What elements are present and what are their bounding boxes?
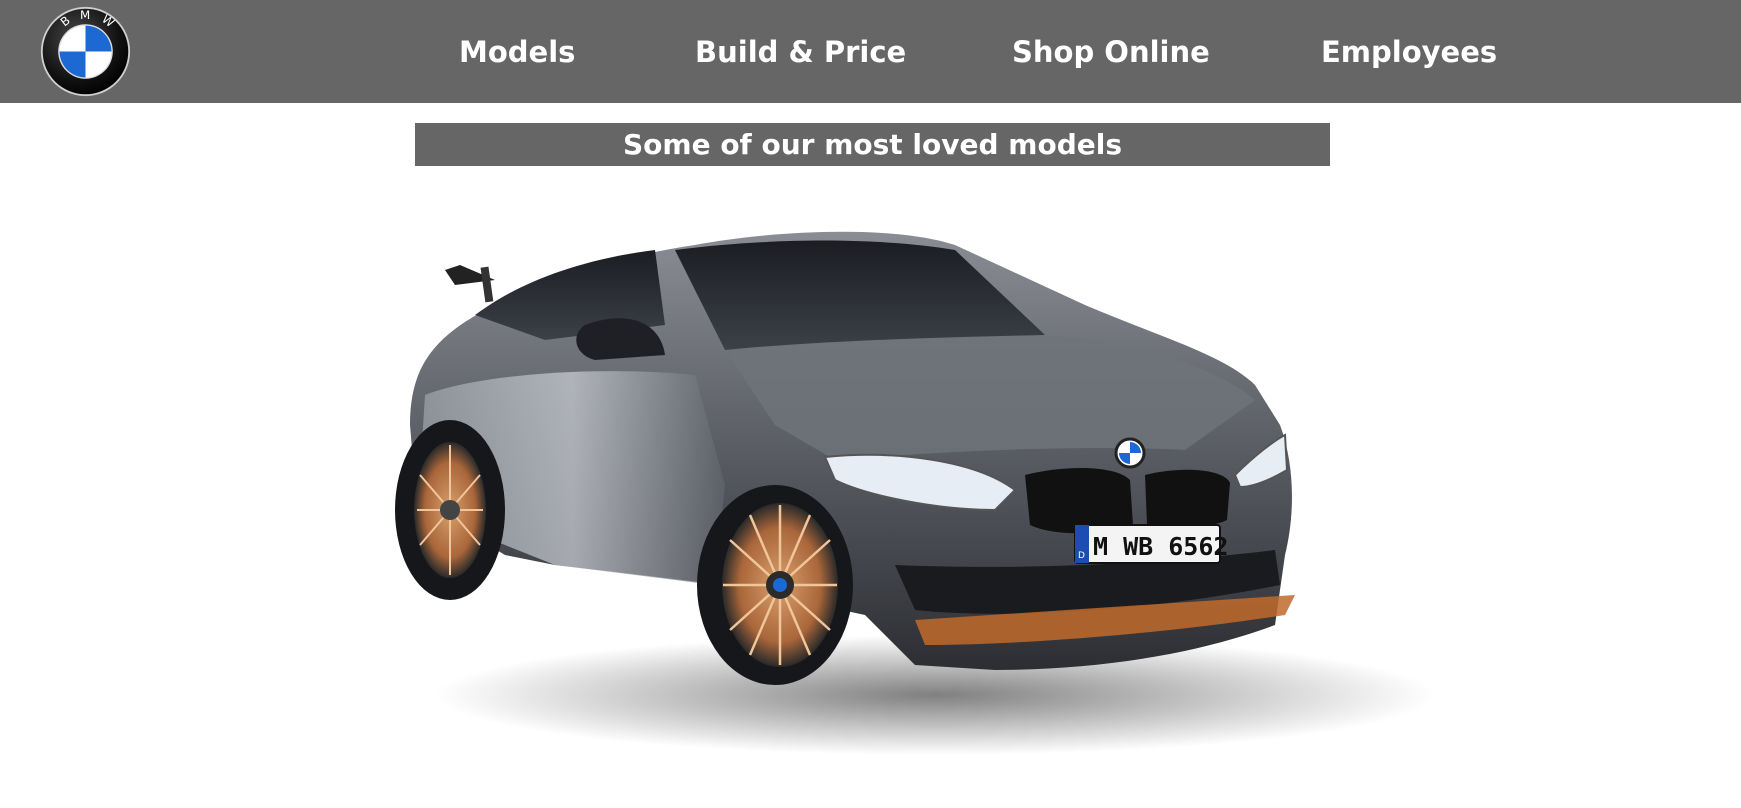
nav-build-price-link[interactable]: Build & Price	[695, 30, 906, 74]
nav-employees-link[interactable]: Employees	[1321, 30, 1497, 74]
plate-text: M WB 6562	[1093, 532, 1228, 561]
bmw-logo-icon[interactable]: B M W	[40, 6, 131, 97]
nav-models-link[interactable]: Models	[459, 30, 575, 74]
section-title: Some of our most loved models	[415, 123, 1330, 166]
logo-letter: M	[80, 8, 90, 22]
top-navbar: B M W Models Build & Price Shop Online E…	[0, 0, 1741, 103]
hero-car-image: D M WB 6562	[395, 225, 1455, 765]
nav-shop-online-link[interactable]: Shop Online	[1012, 30, 1210, 74]
plate-country: D	[1078, 551, 1085, 561]
